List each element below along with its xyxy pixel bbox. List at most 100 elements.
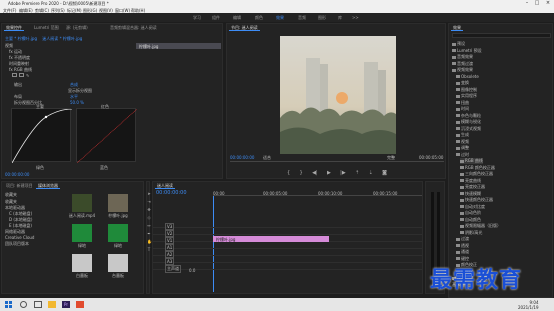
timeline-track[interactable]: A3 bbox=[153, 257, 422, 265]
pen-icon[interactable]: ✎ bbox=[26, 73, 31, 78]
timeline-track[interactable]: V3 bbox=[153, 222, 422, 230]
ec-timecode[interactable]: 00:00:00:00 bbox=[5, 172, 29, 177]
close-button[interactable]: × bbox=[543, 0, 553, 7]
ec-split-percent-value[interactable]: 50.0 % bbox=[70, 100, 84, 105]
effect-item[interactable]: 视频效果 bbox=[452, 67, 473, 73]
mark-out-icon[interactable]: } bbox=[300, 170, 303, 176]
effect-item[interactable]: 沉浸式视频 bbox=[456, 126, 481, 132]
effect-item[interactable]: 图像控制 bbox=[456, 87, 477, 93]
workspace-edit[interactable]: 编辑 bbox=[233, 15, 241, 21]
timeline-ruler[interactable]: 00:00 00:00:05:00 00:00:10:00 00:00:15:0… bbox=[213, 191, 422, 196]
slip-tool-icon[interactable]: ↔ bbox=[147, 222, 151, 230]
effect-item[interactable]: Lumetri 预设 bbox=[452, 48, 482, 54]
search-icon[interactable] bbox=[20, 301, 27, 308]
timeline-track[interactable]: A2 bbox=[153, 250, 422, 258]
ec-clip-bar[interactable]: 柠檬叶.jpg bbox=[136, 43, 221, 49]
effect-item[interactable]: 杂色与颗粒 bbox=[456, 113, 481, 119]
minimize-button[interactable]: – bbox=[522, 0, 532, 7]
tab-timeline[interactable]: 迷人阅读 bbox=[155, 182, 175, 189]
effect-item[interactable]: 模糊与锐化 bbox=[456, 119, 481, 125]
timeline-track[interactable]: V2 bbox=[153, 229, 422, 237]
media-browser-favorites[interactable]: 收藏夹 bbox=[5, 192, 17, 198]
timeline-clip[interactable]: 柠檬叶.jpg bbox=[213, 236, 329, 242]
ripple-edit-icon[interactable]: ✥ bbox=[147, 206, 151, 214]
media-thumbnail[interactable]: 绿地 bbox=[102, 224, 134, 250]
tab-effects[interactable]: 效果 bbox=[451, 24, 463, 31]
track-select-icon[interactable]: ⇥ bbox=[147, 198, 151, 206]
effect-item[interactable]: 三向颜色校正器 bbox=[460, 171, 493, 177]
type-tool-icon[interactable]: T bbox=[147, 246, 151, 254]
timeline-track[interactable]: A1 bbox=[153, 243, 422, 251]
tab-source[interactable]: 源: (无剪辑) bbox=[64, 24, 90, 31]
tab-media-browser[interactable]: 媒体浏览器 bbox=[36, 182, 60, 189]
media-tree-item[interactable]: 团队项目版本 bbox=[5, 241, 29, 247]
media-thumbnail[interactable]: 柠檬叶.jpg bbox=[102, 194, 134, 220]
workspace-color[interactable]: 颜色 bbox=[255, 15, 263, 21]
timeline-timecode[interactable]: 00:00:00:00 bbox=[156, 190, 187, 196]
workspace-graphics[interactable]: 图形 bbox=[318, 15, 326, 21]
effect-item[interactable]: 键控 bbox=[456, 256, 469, 262]
maximize-button[interactable]: □ bbox=[532, 0, 542, 7]
workspace-audio[interactable]: 音频 bbox=[298, 15, 306, 21]
effect-item[interactable]: 亮度曲线 bbox=[460, 178, 481, 184]
mark-in-icon[interactable]: { bbox=[287, 170, 290, 176]
red-curve-graph[interactable]: 红色 bbox=[76, 104, 138, 164]
program-scrubber[interactable] bbox=[230, 161, 444, 162]
effect-item[interactable]: 视频限幅器（旧版） bbox=[460, 223, 501, 229]
effect-item[interactable]: 自动颜色 bbox=[460, 217, 481, 223]
task-view-icon[interactable] bbox=[34, 301, 42, 308]
effect-item[interactable]: 音频过渡 bbox=[452, 61, 473, 67]
windows-start-icon[interactable] bbox=[5, 301, 12, 308]
hand-tool-icon[interactable]: ✋ bbox=[147, 238, 152, 246]
step-back-icon[interactable]: ◀| bbox=[312, 170, 318, 176]
effect-item[interactable]: 自动对比度 bbox=[460, 204, 485, 210]
effect-item[interactable]: 实用程序 bbox=[456, 93, 477, 99]
media-tree-item[interactable]: Creative Cloud bbox=[5, 235, 34, 240]
effect-item[interactable]: 变换 bbox=[456, 80, 469, 86]
effect-item[interactable]: 生成 bbox=[456, 132, 469, 138]
track-label[interactable]: 主声道 bbox=[165, 265, 181, 273]
workspace-assembly[interactable]: 组件 bbox=[212, 15, 220, 21]
effect-item[interactable]: 音频效果 bbox=[452, 54, 473, 60]
workspace-learn[interactable]: 学习 bbox=[193, 15, 201, 21]
media-thumbnail[interactable]: 白墨板 bbox=[66, 254, 98, 280]
workspace-libraries[interactable]: 库 bbox=[338, 15, 342, 21]
tab-effect-controls[interactable]: 效果控件 bbox=[4, 24, 24, 31]
pen-tool-icon[interactable]: ✒ bbox=[147, 230, 151, 238]
effect-item[interactable]: 视频 bbox=[456, 139, 469, 145]
workspace-more[interactable]: >> bbox=[352, 15, 359, 20]
clip-path[interactable]: 主要 * 柠檬叶.jpg bbox=[5, 36, 37, 41]
effect-item[interactable]: 预设 bbox=[452, 41, 465, 47]
play-icon[interactable]: ▶ bbox=[327, 170, 331, 176]
sequence-path[interactable]: 迷人阅读 * 柠檬叶.jpg bbox=[42, 36, 82, 41]
mask-rect-icon[interactable] bbox=[19, 73, 24, 77]
effects-search-input[interactable] bbox=[452, 33, 551, 38]
effect-item[interactable]: 时间 bbox=[456, 106, 469, 112]
media-thumbnail[interactable]: 迷人阅读.mp4 bbox=[66, 194, 98, 220]
effect-item[interactable]: 调整 bbox=[456, 145, 469, 151]
effect-item[interactable]: RGB 颜色校正器 bbox=[460, 165, 495, 171]
master-volume[interactable]: 0.0 bbox=[189, 268, 195, 273]
media-thumbnail[interactable]: 台墨板 bbox=[102, 254, 134, 280]
effect-item[interactable]: 自动色阶 bbox=[460, 210, 481, 216]
effect-item[interactable]: 过时 bbox=[456, 152, 469, 158]
effect-item[interactable]: 透视 bbox=[456, 243, 469, 249]
program-timecode[interactable]: 00:00:00:00 bbox=[230, 155, 254, 160]
effect-item[interactable]: 亮度校正器 bbox=[460, 184, 485, 190]
lift-icon[interactable]: ⇡ bbox=[355, 170, 359, 176]
export-frame-icon[interactable]: ◙ bbox=[382, 170, 387, 176]
master-curve-graph[interactable]: 主要 bbox=[11, 104, 73, 164]
tab-lumetri-scopes[interactable]: Lumetri 范围 bbox=[32, 24, 61, 31]
effect-item[interactable]: Obsolete bbox=[456, 74, 479, 79]
effect-item[interactable]: RGB 曲线 bbox=[460, 158, 483, 164]
effect-item[interactable]: 扭曲 bbox=[456, 100, 469, 106]
workspace-effects[interactable]: 效果 bbox=[276, 15, 284, 21]
extract-icon[interactable]: ⇣ bbox=[369, 170, 373, 176]
effect-item[interactable]: 快速模糊 bbox=[460, 191, 481, 197]
selection-tool-icon[interactable]: ➤ bbox=[147, 190, 151, 198]
media-thumbnail[interactable]: 绿地 bbox=[66, 224, 98, 250]
tab-audio-mixer[interactable]: 音频剪辑混合器: 迷人阅读 bbox=[108, 24, 159, 31]
step-forward-icon[interactable]: |▶ bbox=[340, 170, 346, 176]
razor-tool-icon[interactable]: ◇ bbox=[147, 214, 151, 222]
effect-item[interactable]: 快速颜色校正器 bbox=[460, 197, 493, 203]
